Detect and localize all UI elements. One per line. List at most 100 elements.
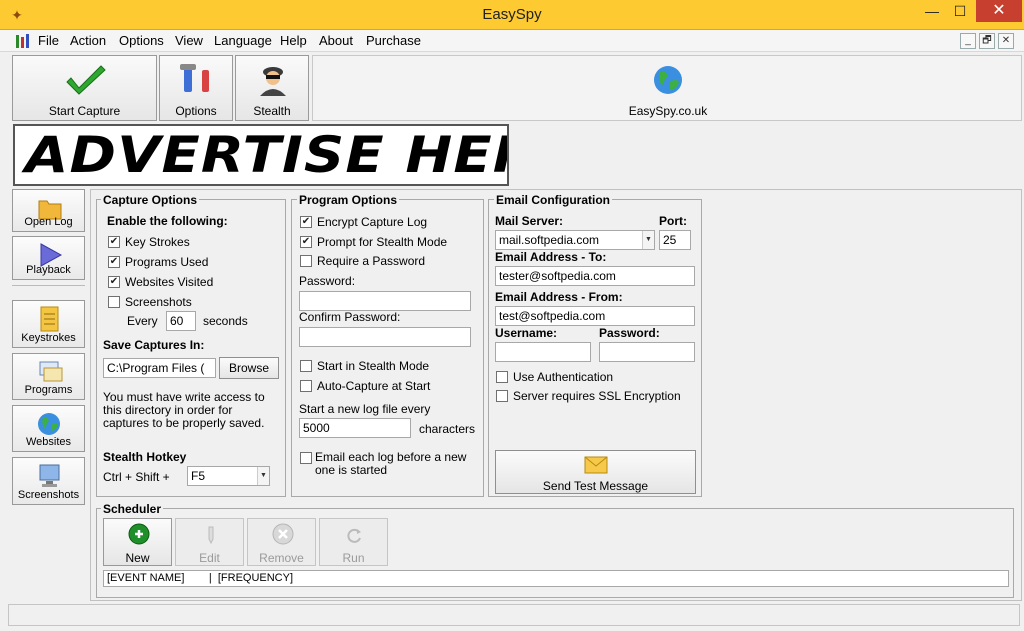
encrypt-log-label: Encrypt Capture Log	[317, 215, 428, 229]
email-from-input[interactable]: test@softpedia.com	[495, 306, 695, 326]
encrypt-log-checkbox[interactable]: ✔	[300, 216, 312, 228]
enable-following-label: Enable the following:	[107, 214, 228, 228]
every-label: Every	[127, 314, 158, 328]
send-test-message-button[interactable]: Send Test Message	[495, 450, 696, 494]
new-event-button[interactable]: New	[103, 518, 172, 566]
stealth-button[interactable]: Stealth	[235, 55, 309, 121]
keystrokes-label: Keystrokes	[21, 332, 76, 344]
menu-action[interactable]: Action	[70, 33, 106, 48]
mail-server-select[interactable]: mail.softpedia.com ▼	[495, 230, 655, 250]
seconds-label: seconds	[203, 314, 248, 328]
scheduler-title: Scheduler	[101, 502, 164, 516]
programs-used-checkbox[interactable]: ✔	[108, 256, 120, 268]
use-authentication-checkbox[interactable]	[496, 371, 508, 383]
ssl-encryption-label: Server requires SSL Encryption	[513, 389, 681, 403]
website-link-button[interactable]: EasySpy.co.uk	[312, 55, 1022, 121]
websites-label: Websites	[25, 436, 72, 448]
app-spy-icon[interactable]: ✦	[8, 6, 26, 24]
screenshots-button[interactable]: Screenshots	[12, 457, 85, 505]
password-input[interactable]	[299, 291, 471, 311]
start-capture-button[interactable]: Start Capture	[12, 55, 157, 121]
sidebar-divider	[12, 285, 85, 286]
smtp-password-input[interactable]	[599, 342, 695, 362]
globe-icon	[654, 66, 682, 94]
save-path-input[interactable]: C:\Program Files (	[103, 358, 216, 378]
email-each-log-label-line1: Email each log before a new	[315, 450, 467, 464]
email-each-log-checkbox[interactable]	[300, 452, 312, 464]
edit-event-label: Edit	[199, 551, 220, 565]
email-to-input[interactable]: tester@softpedia.com	[495, 266, 695, 286]
menu-purchase[interactable]: Purchase	[366, 33, 421, 48]
confirm-password-input[interactable]	[299, 327, 471, 347]
prompt-stealth-label: Prompt for Stealth Mode	[317, 235, 448, 249]
maximize-button[interactable]: ☐	[946, 0, 974, 22]
pencil-icon	[208, 526, 214, 545]
key-strokes-label: Key Strokes	[125, 235, 190, 249]
email-from-label: Email Address - From:	[495, 290, 623, 304]
require-password-checkbox[interactable]	[300, 255, 312, 267]
menu-help[interactable]: Help	[280, 33, 307, 48]
options-label: Options	[175, 104, 217, 118]
programs-button[interactable]: Programs	[12, 353, 85, 400]
new-log-chars-input[interactable]: 5000	[299, 418, 411, 438]
screenshots-checkbox[interactable]	[108, 296, 120, 308]
require-password-label: Require a Password	[317, 254, 426, 268]
write-access-note-line3: captures to be properly saved.	[103, 416, 265, 430]
run-event-button[interactable]: Run	[319, 518, 388, 566]
username-input[interactable]	[495, 342, 591, 362]
chevron-down-icon[interactable]: ▼	[642, 231, 654, 249]
tools-icon[interactable]	[14, 32, 32, 50]
keystrokes-button[interactable]: Keystrokes	[12, 300, 85, 348]
ssl-encryption-checkbox[interactable]	[496, 390, 508, 402]
remove-event-label: Remove	[259, 551, 304, 565]
stealth-hotkey-label: Stealth Hotkey	[103, 450, 187, 464]
menu-file[interactable]: File	[38, 33, 59, 48]
start-stealth-checkbox[interactable]	[300, 360, 312, 372]
envelope-icon	[584, 456, 608, 474]
mail-server-label: Mail Server:	[495, 214, 564, 228]
website-label: EasySpy.co.uk	[628, 104, 708, 118]
websites-visited-checkbox[interactable]: ✔	[108, 276, 120, 288]
remove-icon	[272, 523, 294, 545]
screenshots-label: Screenshots	[125, 295, 192, 309]
status-bar	[8, 604, 1020, 626]
browse-button[interactable]: Browse	[219, 357, 279, 379]
window-title: EasySpy	[482, 6, 542, 23]
menu-language[interactable]: Language	[214, 33, 272, 48]
add-icon	[128, 523, 150, 545]
globe-icon	[38, 413, 60, 435]
menu-options[interactable]: Options	[119, 33, 164, 48]
edit-event-button[interactable]: Edit	[175, 518, 244, 566]
playback-button[interactable]: Playback	[12, 236, 85, 280]
websites-button[interactable]: Websites	[12, 405, 85, 452]
save-captures-label: Save Captures In:	[103, 338, 205, 352]
advertise-banner[interactable]: ADVERTISE HERE	[13, 124, 509, 186]
minimize-button[interactable]: —	[918, 0, 946, 22]
key-strokes-checkbox[interactable]: ✔	[108, 236, 120, 248]
program-options-title: Program Options	[297, 193, 400, 207]
hotkey-select[interactable]: F5 ▼	[187, 466, 270, 486]
auto-capture-label: Auto-Capture at Start	[317, 379, 431, 393]
screenshot-interval-input[interactable]: 60	[166, 311, 196, 331]
scheduler-list-header[interactable]: [EVENT NAME] | [FREQUENCY]	[103, 570, 1009, 587]
menu-about[interactable]: About	[319, 33, 353, 48]
email-config-title: Email Configuration	[494, 193, 612, 207]
close-button[interactable]: ✕	[976, 0, 1022, 22]
chevron-down-icon[interactable]: ▼	[257, 467, 269, 485]
mdi-minimize-button[interactable]: _	[960, 33, 976, 49]
open-log-button[interactable]: Open Log	[12, 189, 85, 232]
spy-icon	[260, 67, 286, 96]
advertise-text: ADVERTISE HERE	[25, 126, 507, 184]
confirm-password-label: Confirm Password:	[299, 310, 401, 324]
options-button[interactable]: Options	[159, 55, 233, 121]
mdi-close-button[interactable]: ✕	[998, 33, 1014, 49]
remove-event-button[interactable]: Remove	[247, 518, 316, 566]
mail-server-value: mail.softpedia.com	[499, 233, 600, 247]
prompt-stealth-checkbox[interactable]: ✔	[300, 236, 312, 248]
auto-capture-checkbox[interactable]	[300, 380, 312, 392]
port-input[interactable]: 25	[659, 230, 691, 250]
menu-view[interactable]: View	[175, 33, 203, 48]
characters-label: characters	[419, 422, 476, 436]
write-access-note-line1: You must have write access to	[103, 390, 265, 404]
mdi-restore-button[interactable]: 🗗	[979, 33, 995, 49]
